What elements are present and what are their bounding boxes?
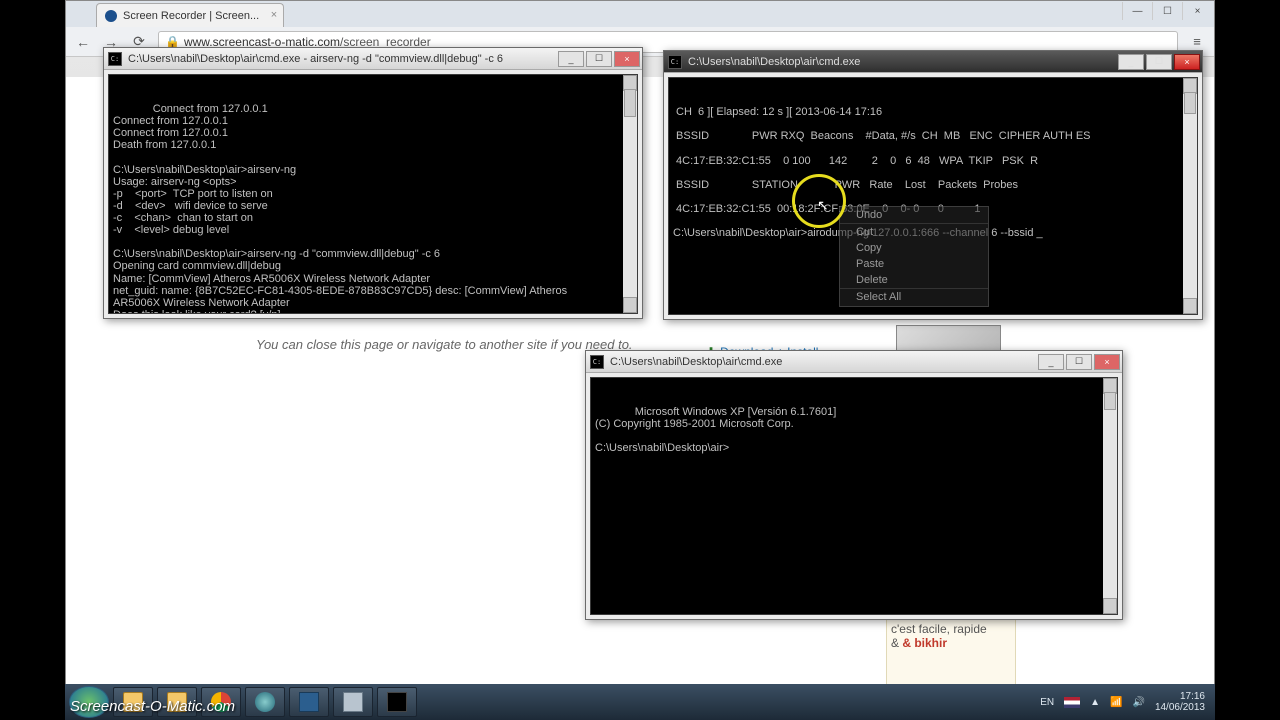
window-close-button[interactable]: × — [1182, 2, 1212, 20]
browser-tab[interactable]: Screen Recorder | Screen... × — [96, 3, 284, 27]
cmd1-min[interactable]: _ — [558, 51, 584, 67]
back-button[interactable]: ← — [74, 33, 92, 51]
tray-sound-icon[interactable]: 🔊 — [1132, 697, 1144, 708]
tab-strip: Screen Recorder | Screen... × — [66, 1, 1214, 27]
monitor-icon — [343, 692, 363, 712]
tray-time: 17:16 — [1155, 691, 1205, 702]
system-tray[interactable]: EN ▲ 📶 🔊 17:16 14/06/2013 — [1040, 691, 1215, 713]
cmd-window-airodump[interactable]: C:\Users\nabil\Desktop\air\cmd.exe _ ☐ ×… — [663, 50, 1203, 320]
context-menu-item[interactable]: Undo — [840, 207, 988, 223]
cmd3-title-text: C:\Users\nabil\Desktop\air\cmd.exe — [610, 356, 782, 368]
context-menu-item[interactable]: Delete — [840, 272, 988, 288]
tray-date: 14/06/2013 — [1155, 702, 1205, 713]
tray-flag-icon[interactable] — [1064, 697, 1080, 708]
tray-lang[interactable]: EN — [1040, 697, 1054, 708]
favicon-icon — [105, 10, 117, 22]
cmd2-cols2: BSSID STATION PWR Rate Lost Packets Prob… — [673, 179, 1018, 191]
cmd2-scrollbar[interactable] — [1183, 78, 1197, 314]
cmd1-max[interactable]: ☐ — [586, 51, 612, 67]
taskbar-app2[interactable] — [333, 687, 373, 717]
context-menu-item[interactable]: Select All — [840, 289, 988, 305]
cmd2-titlebar[interactable]: C:\Users\nabil\Desktop\air\cmd.exe _ ☐ × — [664, 51, 1202, 73]
cmd-window-idle[interactable]: C:\Users\nabil\Desktop\air\cmd.exe _ ☐ ×… — [585, 350, 1123, 620]
cmd-icon — [590, 355, 604, 369]
chrome-menu-button[interactable]: ≡ — [1188, 33, 1206, 51]
tray-chevron-icon[interactable]: ▲ — [1090, 697, 1100, 708]
cmd2-cols1: BSSID PWR RXQ Beacons #Data, #/s CH MB E… — [673, 130, 1091, 142]
cmd2-title-text: C:\Users\nabil\Desktop\air\cmd.exe — [688, 56, 860, 68]
cube-icon — [299, 692, 319, 712]
context-menu-item[interactable]: Copy — [840, 240, 988, 256]
tab-title: Screen Recorder | Screen... — [123, 10, 259, 22]
cmd1-output: Connect from 127.0.0.1 Connect from 127.… — [113, 103, 567, 314]
cmd2-console[interactable]: CH 6 ][ Elapsed: 12 s ][ 2013-06-14 17:1… — [668, 77, 1198, 315]
tray-network-icon[interactable]: 📶 — [1110, 697, 1122, 708]
tray-clock[interactable]: 17:16 14/06/2013 — [1155, 691, 1205, 713]
page-hint-text: You can close this page or navigate to a… — [256, 337, 633, 352]
cmd1-close[interactable]: × — [614, 51, 640, 67]
cmd3-scrollbar[interactable] — [1103, 378, 1117, 614]
cmd3-output: Microsoft Windows XP [Versión 6.1.7601] … — [595, 406, 836, 454]
cmd2-min[interactable]: _ — [1118, 54, 1144, 70]
cmd2-close[interactable]: × — [1174, 54, 1200, 70]
cmd3-console[interactable]: Microsoft Windows XP [Versión 6.1.7601] … — [590, 377, 1118, 615]
cmd1-title-text: C:\Users\nabil\Desktop\air\cmd.exe - air… — [128, 53, 503, 65]
cmd3-titlebar[interactable]: C:\Users\nabil\Desktop\air\cmd.exe _ ☐ × — [586, 351, 1122, 373]
cmd1-titlebar[interactable]: C:\Users\nabil\Desktop\air\cmd.exe - air… — [104, 48, 642, 70]
cmd3-min[interactable]: _ — [1038, 354, 1064, 370]
cmd1-scrollbar[interactable] — [623, 75, 637, 313]
taskbar-app1[interactable] — [245, 687, 285, 717]
ad-line1: c'est facile, rapide — [891, 622, 987, 636]
context-menu-item[interactable]: Paste — [840, 256, 988, 272]
taskbar-virtualbox[interactable] — [289, 687, 329, 717]
context-menu-item[interactable]: Cut — [840, 224, 988, 240]
cmd2-header: CH 6 ][ Elapsed: 12 s ][ 2013-06-14 17:1… — [673, 106, 882, 118]
ad-brand: & bikhir — [902, 636, 947, 650]
window-max-button[interactable]: ☐ — [1152, 2, 1182, 20]
ad-box[interactable]: c'est facile, rapide & & bikhir — [886, 617, 1016, 687]
cmd3-max[interactable]: ☐ — [1066, 354, 1092, 370]
gear-icon — [255, 692, 275, 712]
terminal-icon — [387, 692, 407, 712]
recorder-watermark: Screencast-O-Matic.com — [70, 698, 235, 715]
cmd-window-airserv[interactable]: C:\Users\nabil\Desktop\air\cmd.exe - air… — [103, 47, 643, 319]
windows-taskbar[interactable]: EN ▲ 📶 🔊 17:16 14/06/2013 — [65, 684, 1215, 720]
cmd-icon — [108, 52, 122, 66]
cmd3-close[interactable]: × — [1094, 354, 1120, 370]
cmd2-max[interactable]: ☐ — [1146, 54, 1172, 70]
taskbar-cmd[interactable] — [377, 687, 417, 717]
cmd2-row1: 4C:17:EB:32:C1:55 0 100 142 2 0 6 48 WPA… — [673, 155, 1038, 167]
cmd-icon — [668, 55, 682, 69]
window-min-button[interactable]: — — [1122, 2, 1152, 20]
tab-close-icon[interactable]: × — [271, 9, 277, 21]
context-menu[interactable]: UndoCutCopyPasteDeleteSelect All — [839, 206, 989, 307]
cmd1-console[interactable]: Connect from 127.0.0.1 Connect from 127.… — [108, 74, 638, 314]
